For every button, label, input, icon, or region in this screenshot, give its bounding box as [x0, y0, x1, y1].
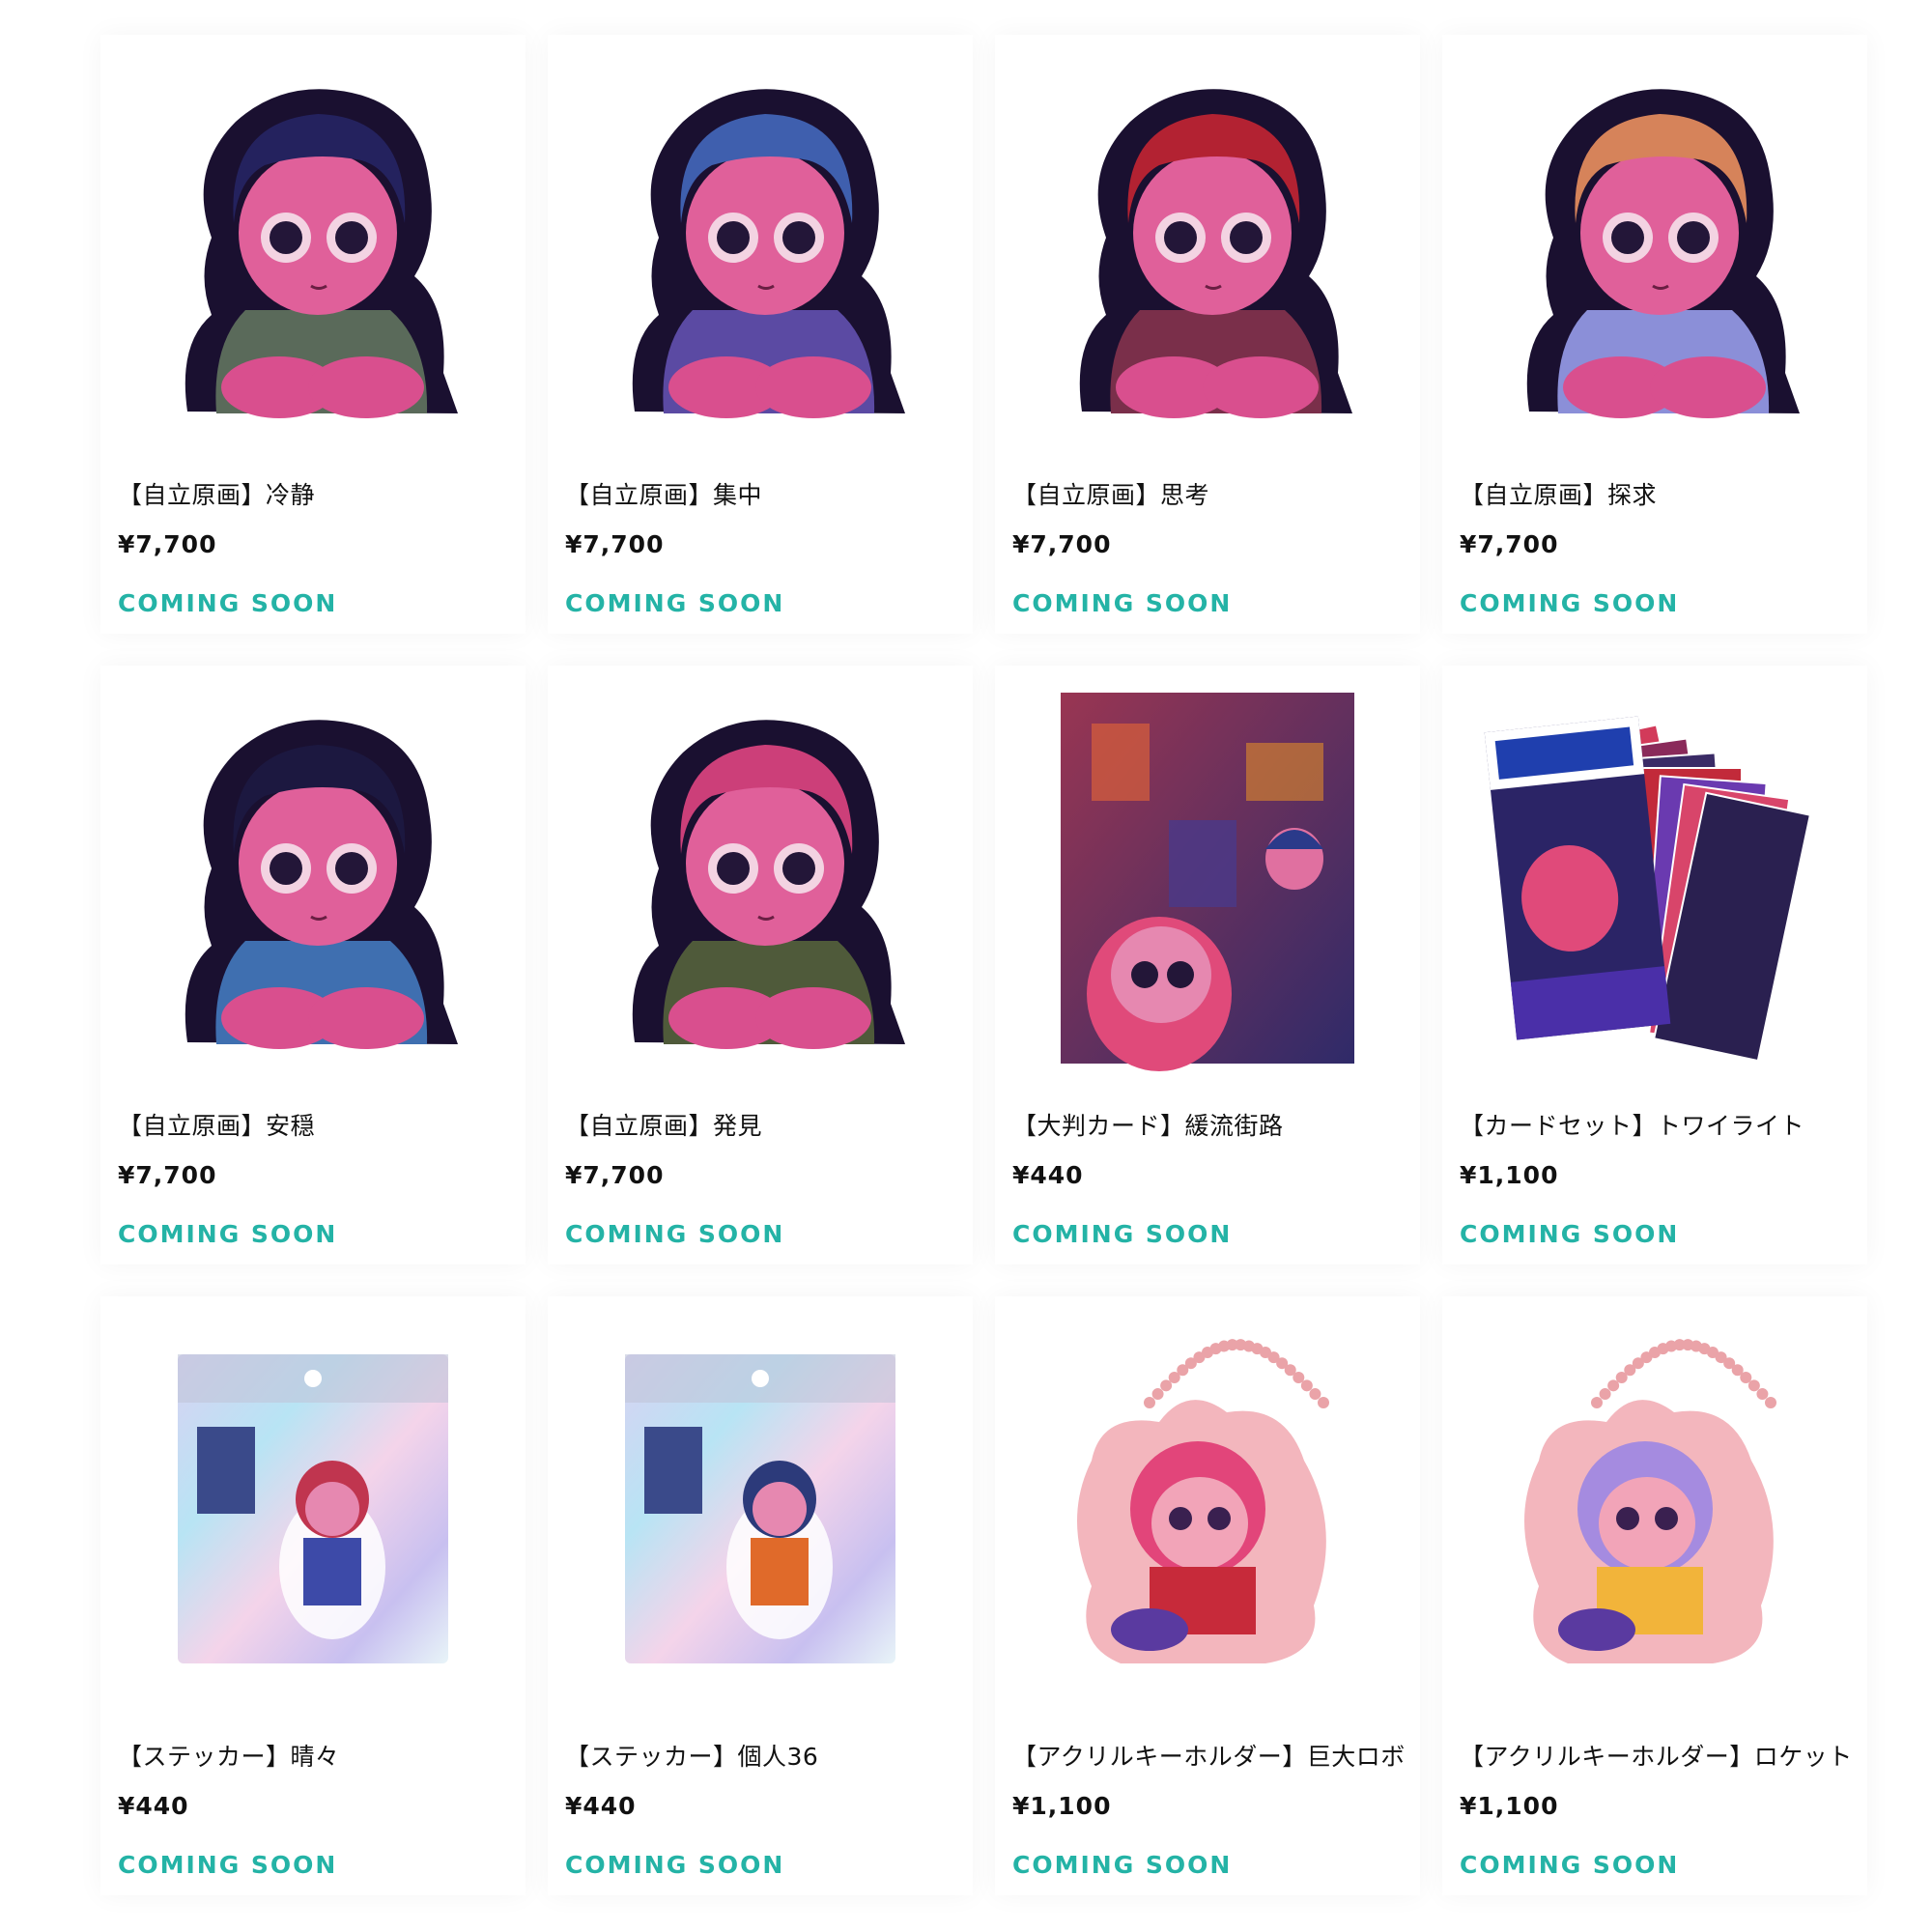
product-price: ¥7,700 [118, 1161, 217, 1189]
product-image[interactable] [100, 1296, 526, 1721]
product-price: ¥7,700 [565, 1161, 665, 1189]
product-price: ¥440 [565, 1792, 637, 1820]
product-card[interactable]: 【自立原画】探求 ¥7,700 COMING SOON [1442, 35, 1867, 634]
coming-soon-label: COMING SOON [565, 1220, 785, 1248]
product-card[interactable]: 【ステッカー】晴々 ¥440 COMING SOON [100, 1296, 526, 1895]
product-price: ¥7,700 [565, 530, 665, 558]
product-image[interactable] [1442, 35, 1867, 460]
product-name[interactable]: 【大判カード】緩流街路 [1012, 1107, 1284, 1142]
product-name[interactable]: 【ステッカー】晴々 [118, 1738, 340, 1773]
product-card[interactable]: 【自立原画】思考 ¥7,700 COMING SOON [995, 35, 1420, 634]
product-image[interactable] [1442, 1296, 1867, 1721]
product-name[interactable]: 【自立原画】思考 [1012, 476, 1209, 511]
coming-soon-label: COMING SOON [1460, 589, 1680, 617]
coming-soon-label: COMING SOON [565, 589, 785, 617]
coming-soon-label: COMING SOON [1460, 1220, 1680, 1248]
coming-soon-label: COMING SOON [1460, 1851, 1680, 1879]
coming-soon-label: COMING SOON [565, 1851, 785, 1879]
coming-soon-label: COMING SOON [118, 1220, 338, 1248]
product-price: ¥440 [118, 1792, 189, 1820]
product-image[interactable] [548, 1296, 973, 1721]
product-price: ¥1,100 [1460, 1161, 1559, 1189]
product-name[interactable]: 【自立原画】安穏 [118, 1107, 315, 1142]
product-name[interactable]: 【自立原画】集中 [565, 476, 762, 511]
product-price: ¥440 [1012, 1161, 1084, 1189]
product-name[interactable]: 【自立原画】探求 [1460, 476, 1657, 511]
product-name[interactable]: 【ステッカー】個人36 [565, 1738, 818, 1773]
coming-soon-label: COMING SOON [118, 589, 338, 617]
product-card[interactable]: 【ステッカー】個人36 ¥440 COMING SOON [548, 1296, 973, 1895]
product-name[interactable]: 【自立原画】発見 [565, 1107, 762, 1142]
coming-soon-label: COMING SOON [1012, 1220, 1233, 1248]
coming-soon-label: COMING SOON [118, 1851, 338, 1879]
product-card[interactable]: 【自立原画】安穏 ¥7,700 COMING SOON [100, 666, 526, 1264]
product-card[interactable]: 【アクリルキーホルダー】巨大ロボ ¥1,100 COMING SOON [995, 1296, 1420, 1895]
product-image[interactable] [548, 666, 973, 1091]
product-card[interactable]: 【自立原画】集中 ¥7,700 COMING SOON [548, 35, 973, 634]
product-name[interactable]: 【カードセット】トワイライト [1460, 1107, 1804, 1142]
product-card[interactable]: 【大判カード】緩流街路 ¥440 COMING SOON [995, 666, 1420, 1264]
product-price: ¥1,100 [1460, 1792, 1559, 1820]
product-name[interactable]: 【アクリルキーホルダー】巨大ロボ [1012, 1738, 1406, 1773]
product-image[interactable] [995, 1296, 1420, 1721]
product-image[interactable] [995, 666, 1420, 1091]
product-image[interactable] [995, 35, 1420, 460]
product-card[interactable]: 【自立原画】発見 ¥7,700 COMING SOON [548, 666, 973, 1264]
product-card[interactable]: 【アクリルキーホルダー】ロケット ¥1,100 COMING SOON [1442, 1296, 1867, 1895]
product-card[interactable]: 【自立原画】冷静 ¥7,700 COMING SOON [100, 35, 526, 634]
product-name[interactable]: 【自立原画】冷静 [118, 476, 315, 511]
product-price: ¥7,700 [1012, 530, 1112, 558]
product-price: ¥1,100 [1012, 1792, 1112, 1820]
product-price: ¥7,700 [118, 530, 217, 558]
product-price: ¥7,700 [1460, 530, 1559, 558]
product-image[interactable] [548, 35, 973, 460]
coming-soon-label: COMING SOON [1012, 589, 1233, 617]
product-grid: 【自立原画】冷静 ¥7,700 COMING SOON 【自立原画】集中 ¥7,700… [100, 35, 1867, 1895]
product-name[interactable]: 【アクリルキーホルダー】ロケット [1460, 1738, 1853, 1773]
product-image[interactable] [100, 35, 526, 460]
product-card[interactable]: 【カードセット】トワイライト ¥1,100 COMING SOON [1442, 666, 1867, 1264]
product-image[interactable] [1442, 666, 1867, 1091]
product-image[interactable] [100, 666, 526, 1091]
coming-soon-label: COMING SOON [1012, 1851, 1233, 1879]
